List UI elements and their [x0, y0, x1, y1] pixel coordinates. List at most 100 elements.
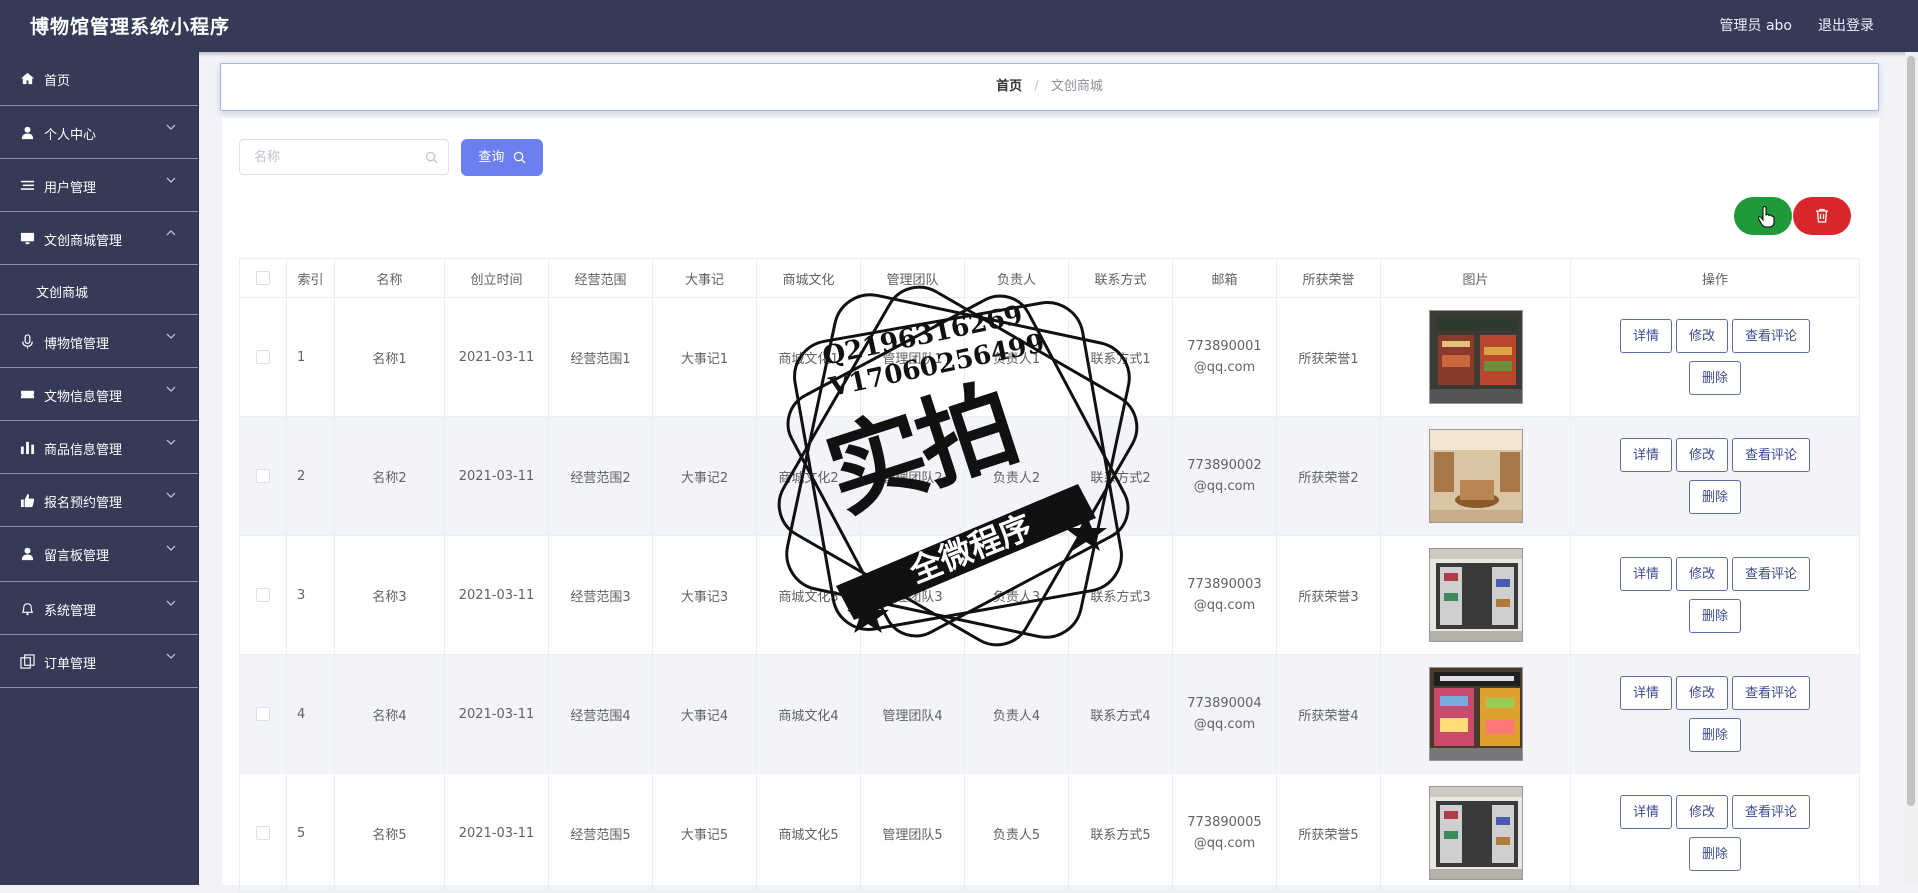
cell-culture: 商城文化3 [756, 535, 861, 655]
cell-name: 名称4 [334, 654, 445, 774]
cell-date: 2021-03-11 [444, 773, 549, 893]
edit-button[interactable]: 修改 [1675, 438, 1728, 472]
logout-link[interactable]: 退出登录 [1818, 15, 1874, 35]
edit-button[interactable]: 修改 [1675, 557, 1728, 591]
sidebar-item-message-board[interactable]: 留言板管理 [0, 527, 198, 582]
detail-button[interactable]: 详情 [1619, 557, 1672, 591]
sidebar-subitem-mall[interactable]: 文创商城 [0, 265, 198, 315]
delete-button[interactable]: 删除 [1688, 718, 1741, 752]
cell-team: 管理团队2 [860, 416, 965, 536]
sidebar: 首页 个人中心 用户管理 文创商城管理 文创商城 博物馆管理 文物信息管理 商品… [0, 52, 199, 885]
row-select-cell[interactable] [239, 654, 287, 774]
cell-scope: 经营范围1 [548, 297, 653, 417]
thumb-icon [20, 493, 35, 508]
column-header: 名称 [334, 258, 445, 298]
header-select-all[interactable] [239, 258, 287, 298]
shop-interior-photo[interactable] [1428, 429, 1523, 523]
email-local: 773890001 [1187, 339, 1262, 354]
cell-events: 大事记4 [652, 654, 757, 774]
detail-button[interactable]: 详情 [1619, 438, 1672, 472]
search-input[interactable] [252, 140, 426, 174]
hand-cursor-icon [1757, 206, 1775, 228]
delete-button[interactable]: 删除 [1688, 837, 1741, 871]
row-checkbox[interactable] [256, 588, 270, 602]
email-local: 773890005 [1187, 815, 1262, 830]
sidebar-item-label: 用户管理 [44, 181, 97, 196]
cell-culture: 商城文化4 [756, 654, 861, 774]
sidebar-item-product-management[interactable]: 商品信息管理 [0, 421, 198, 474]
query-button[interactable]: 查询 [461, 139, 543, 176]
detail-button[interactable]: 详情 [1619, 319, 1672, 353]
cell-date: 2021-03-11 [444, 416, 549, 536]
cell-team: 管理团队4 [860, 654, 965, 774]
cell-actions: 详情 修改 查看评论删除 [1570, 773, 1860, 893]
cell-name: 名称3 [334, 535, 445, 655]
column-header: 经营范围 [548, 258, 653, 298]
edit-button[interactable]: 修改 [1675, 795, 1728, 829]
row-checkbox[interactable] [256, 350, 270, 364]
select-all-checkbox[interactable] [256, 271, 270, 285]
scrollbar-thumb[interactable] [1907, 56, 1915, 806]
table-row: 2 名称2 2021-03-11 经营范围2 大事记2 商城文化2 管理团队2 … [239, 416, 1860, 536]
delete-button[interactable]: 删除 [1688, 480, 1741, 514]
cell-actions: 详情 修改 查看评论删除 [1570, 535, 1860, 655]
column-header: 图片 [1380, 258, 1571, 298]
search-field[interactable] [239, 139, 449, 175]
detail-button[interactable]: 详情 [1619, 676, 1672, 710]
sidebar-item-system-management[interactable]: 系统管理 [0, 582, 198, 635]
view-comments-button[interactable]: 查看评论 [1732, 557, 1811, 591]
sidebar-item-personal-center[interactable]: 个人中心 [0, 106, 198, 159]
cell-contact: 联系方式4 [1068, 654, 1173, 774]
email-domain: @qq.com [1193, 717, 1256, 732]
cell-events: 大事记2 [652, 416, 757, 536]
batch-delete-button[interactable] [1793, 197, 1851, 235]
cell-culture: 商城文化2 [756, 416, 861, 536]
edit-button[interactable]: 修改 [1675, 319, 1728, 353]
sidebar-item-booking-management[interactable]: 报名预约管理 [0, 474, 198, 527]
delete-button[interactable]: 删除 [1688, 599, 1741, 633]
breadcrumb-home[interactable]: 首页 [996, 79, 1022, 94]
user-label: 管理员 abo [1719, 18, 1792, 34]
email-local: 773890003 [1187, 577, 1262, 592]
row-select-cell[interactable] [239, 416, 287, 536]
edit-button[interactable]: 修改 [1675, 676, 1728, 710]
sidebar-item-mall-management[interactable]: 文创商城管理 [0, 212, 198, 265]
row-select-cell[interactable] [239, 297, 287, 417]
cell-index: 4 [286, 654, 335, 774]
row-select-cell[interactable] [239, 535, 287, 655]
delete-button[interactable]: 删除 [1688, 361, 1741, 395]
cell-scope: 经营范围4 [548, 654, 653, 774]
row-checkbox[interactable] [256, 469, 270, 483]
view-comments-button[interactable]: 查看评论 [1732, 319, 1811, 353]
display-window-photo[interactable] [1428, 548, 1523, 642]
cell-email: 773890004 @qq.com [1172, 654, 1277, 774]
table-row: 5 名称5 2021-03-11 经营范围5 大事记5 商城文化5 管理团队5 … [239, 773, 1860, 893]
row-checkbox[interactable] [256, 707, 270, 721]
table-row: 1 名称1 2021-03-11 经营范围1 大事记1 商城文化1 管理团队1 … [239, 297, 1860, 417]
view-comments-button[interactable]: 查看评论 [1732, 676, 1811, 710]
cell-owner: 负责人4 [964, 654, 1069, 774]
storefront-photo[interactable] [1428, 310, 1523, 404]
cell-date: 2021-03-11 [444, 535, 549, 655]
detail-button[interactable]: 详情 [1619, 795, 1672, 829]
sidebar-item-user-management[interactable]: 用户管理 [0, 159, 198, 212]
sidebar-item-relic-management[interactable]: 文物信息管理 [0, 368, 198, 421]
store-sign-photo[interactable] [1428, 667, 1523, 761]
row-select-cell[interactable] [239, 773, 287, 893]
view-comments-button[interactable]: 查看评论 [1732, 795, 1811, 829]
display-window-photo[interactable] [1428, 786, 1523, 880]
sidebar-item-home[interactable]: 首页 [0, 52, 198, 106]
cell-honor: 所获荣誉5 [1276, 773, 1381, 893]
sidebar-item-order-management[interactable]: 订单管理 [0, 635, 198, 688]
view-comments-button[interactable]: 查看评论 [1732, 438, 1811, 472]
cell-honor: 所获荣誉3 [1276, 535, 1381, 655]
cell-index: 1 [286, 297, 335, 417]
home-icon [20, 72, 35, 85]
sidebar-item-label: 商品信息管理 [44, 443, 123, 458]
ticket-icon [20, 390, 35, 399]
cell-owner: 负责人1 [964, 297, 1069, 417]
sidebar-item-museum-management[interactable]: 博物馆管理 [0, 315, 198, 368]
row-checkbox[interactable] [256, 826, 270, 840]
cell-honor: 所获荣誉1 [1276, 297, 1381, 417]
chevron-down-icon [166, 545, 176, 551]
